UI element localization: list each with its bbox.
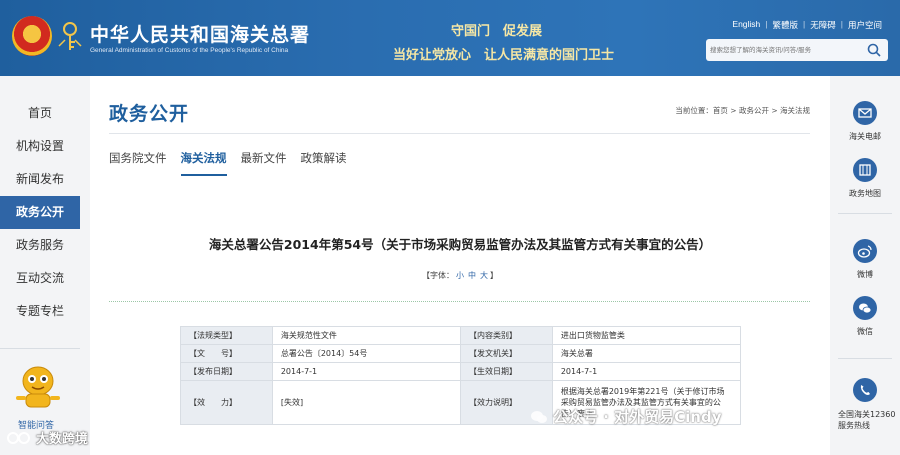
nav-item-home[interactable]: 首页 — [0, 97, 80, 130]
rb-label: 微信 — [857, 327, 873, 336]
site-header: 中华人民共和国海关总署 General Administration of Cu… — [0, 0, 900, 76]
weibo-icon — [853, 239, 877, 263]
value-regulation-type: 海关规范性文件 — [271, 326, 462, 345]
site-name[interactable]: 中华人民共和国海关总署 — [90, 20, 310, 47]
national-emblem-icon[interactable] — [12, 16, 52, 56]
rb-label: 海关电邮 — [849, 132, 881, 141]
nav-item-government-affairs[interactable]: 政务公开 — [0, 196, 80, 229]
label-publish-date: 【发布日期】 — [180, 362, 273, 381]
label-content-category: 【内容类别】 — [460, 326, 553, 345]
watermark-right: 公众号 · 对外贸易Cindy — [530, 406, 722, 427]
phone-icon — [853, 378, 877, 402]
font-size-selector: 【字体：小中大】 — [90, 270, 830, 281]
page-title: 政务公开 — [109, 103, 190, 125]
title-divider — [109, 133, 810, 134]
font-size-prefix: 【字体： — [422, 271, 454, 280]
search-input[interactable] — [710, 42, 860, 58]
font-size-medium[interactable]: 中 — [468, 271, 476, 280]
rb-weibo[interactable]: 微博 — [830, 239, 900, 280]
watermark-right-text: 公众号 · 对外贸易Cindy — [553, 408, 722, 426]
tab-latest-docs[interactable]: 最新文件 — [241, 150, 287, 176]
watermark-left: 大数跨境 — [6, 428, 88, 447]
link-user-space[interactable]: 用户空间 — [843, 19, 887, 31]
site-name-english: General Administration of Customs of the… — [90, 47, 289, 54]
link-separator: | — [840, 19, 843, 29]
watermark-left-text: 大数跨境 — [36, 432, 89, 447]
search-icon[interactable] — [867, 43, 881, 57]
table-row: 【文 号】 总署公告〔2014〕54号 【发文机关】 海关总署 — [180, 344, 742, 363]
watermark-logo-icon — [7, 431, 30, 444]
label-doc-number: 【文 号】 — [180, 344, 273, 363]
value-effective-date: 2014-7-1 — [551, 362, 742, 381]
nav-item-news[interactable]: 新闻发布 — [0, 163, 80, 196]
table-row: 【法规类型】 海关规范性文件 【内容类别】 进出口货物监管类 — [180, 326, 742, 345]
label-issuing-authority: 【发文机关】 — [460, 344, 553, 363]
main-panel: 政务公开 当前位置：首页 > 政务公开 > 海关法规 国务院文件 海关法规 最新… — [90, 76, 830, 455]
right-sidebar: 海关电邮 政务地图 微博 微信 全国海关12360服务热线 — [830, 76, 900, 455]
font-size-suffix: 】 — [490, 271, 498, 280]
link-english[interactable]: English — [727, 19, 765, 31]
rb-wechat[interactable]: 微信 — [830, 296, 900, 337]
nav-item-special-topics[interactable]: 专题专栏 — [0, 295, 80, 328]
hotline-label: 全国海关12360服务热线 — [838, 410, 896, 430]
nav-item-organization[interactable]: 机构设置 — [0, 130, 80, 163]
nav-divider — [0, 348, 80, 349]
customs-key-emblem-icon — [58, 22, 82, 50]
assistant-robot-icon[interactable] — [12, 361, 64, 413]
tab-policy-interpretation[interactable]: 政策解读 — [301, 150, 347, 176]
nav-item-services[interactable]: 政务服务 — [0, 229, 80, 262]
nav-item-interaction[interactable]: 互动交流 — [0, 262, 80, 295]
rb-divider — [838, 358, 892, 359]
slogan-line1: 守国门 促发展 — [451, 24, 543, 39]
rb-label: 微博 — [857, 270, 873, 279]
label-effective-date: 【生效日期】 — [460, 362, 553, 381]
email-icon — [853, 101, 877, 125]
value-content-category: 进出口货物监管类 — [551, 326, 742, 345]
tab-state-council-docs[interactable]: 国务院文件 — [109, 150, 167, 176]
link-separator: | — [803, 19, 806, 29]
font-size-large[interactable]: 大 — [480, 271, 488, 280]
rb-hotline[interactable] — [830, 378, 900, 402]
search-box — [706, 39, 888, 61]
font-size-small[interactable]: 小 — [456, 271, 464, 280]
wechat-watermark-icon — [531, 410, 547, 423]
rb-customs-email[interactable]: 海关电邮 — [830, 101, 900, 142]
label-regulation-type: 【法规类型】 — [180, 326, 273, 345]
map-icon — [853, 158, 877, 182]
breadcrumb[interactable]: 当前位置：首页 > 政务公开 > 海关法规 — [675, 105, 810, 116]
top-links: English | 繁體版 | 无障碍 | 用户空间 — [727, 19, 887, 31]
wechat-icon — [853, 296, 877, 320]
rb-label: 政务地图 — [849, 189, 881, 198]
link-accessibility[interactable]: 无障碍 — [805, 19, 841, 31]
tab-customs-regulations[interactable]: 海关法规 — [180, 150, 227, 176]
dotted-divider — [109, 301, 810, 302]
category-tabs: 国务院文件 海关法规 最新文件 政策解读 — [109, 150, 361, 176]
label-validity: 【效 力】 — [180, 380, 273, 425]
value-doc-number: 总署公告〔2014〕54号 — [271, 344, 462, 363]
rb-government-map[interactable]: 政务地图 — [830, 158, 900, 199]
rb-divider — [838, 213, 892, 214]
value-issuing-authority: 海关总署 — [551, 344, 742, 363]
link-separator: | — [765, 19, 768, 29]
document-title: 海关总署公告2014年第54号（关于市场采购贸易监管办法及其监管方式有关事宜的公… — [208, 237, 712, 252]
value-publish-date: 2014-7-1 — [271, 362, 462, 381]
table-row: 【发布日期】 2014-7-1 【生效日期】 2014-7-1 — [180, 362, 742, 381]
value-validity: [失效] — [271, 380, 462, 425]
link-traditional[interactable]: 繁體版 — [768, 19, 804, 31]
slogan-line2: 当好让党放心 让人民满意的国门卫士 — [393, 48, 615, 63]
left-nav: 首页 机构设置 新闻发布 政务公开 政务服务 互动交流 专题专栏 — [0, 97, 80, 328]
